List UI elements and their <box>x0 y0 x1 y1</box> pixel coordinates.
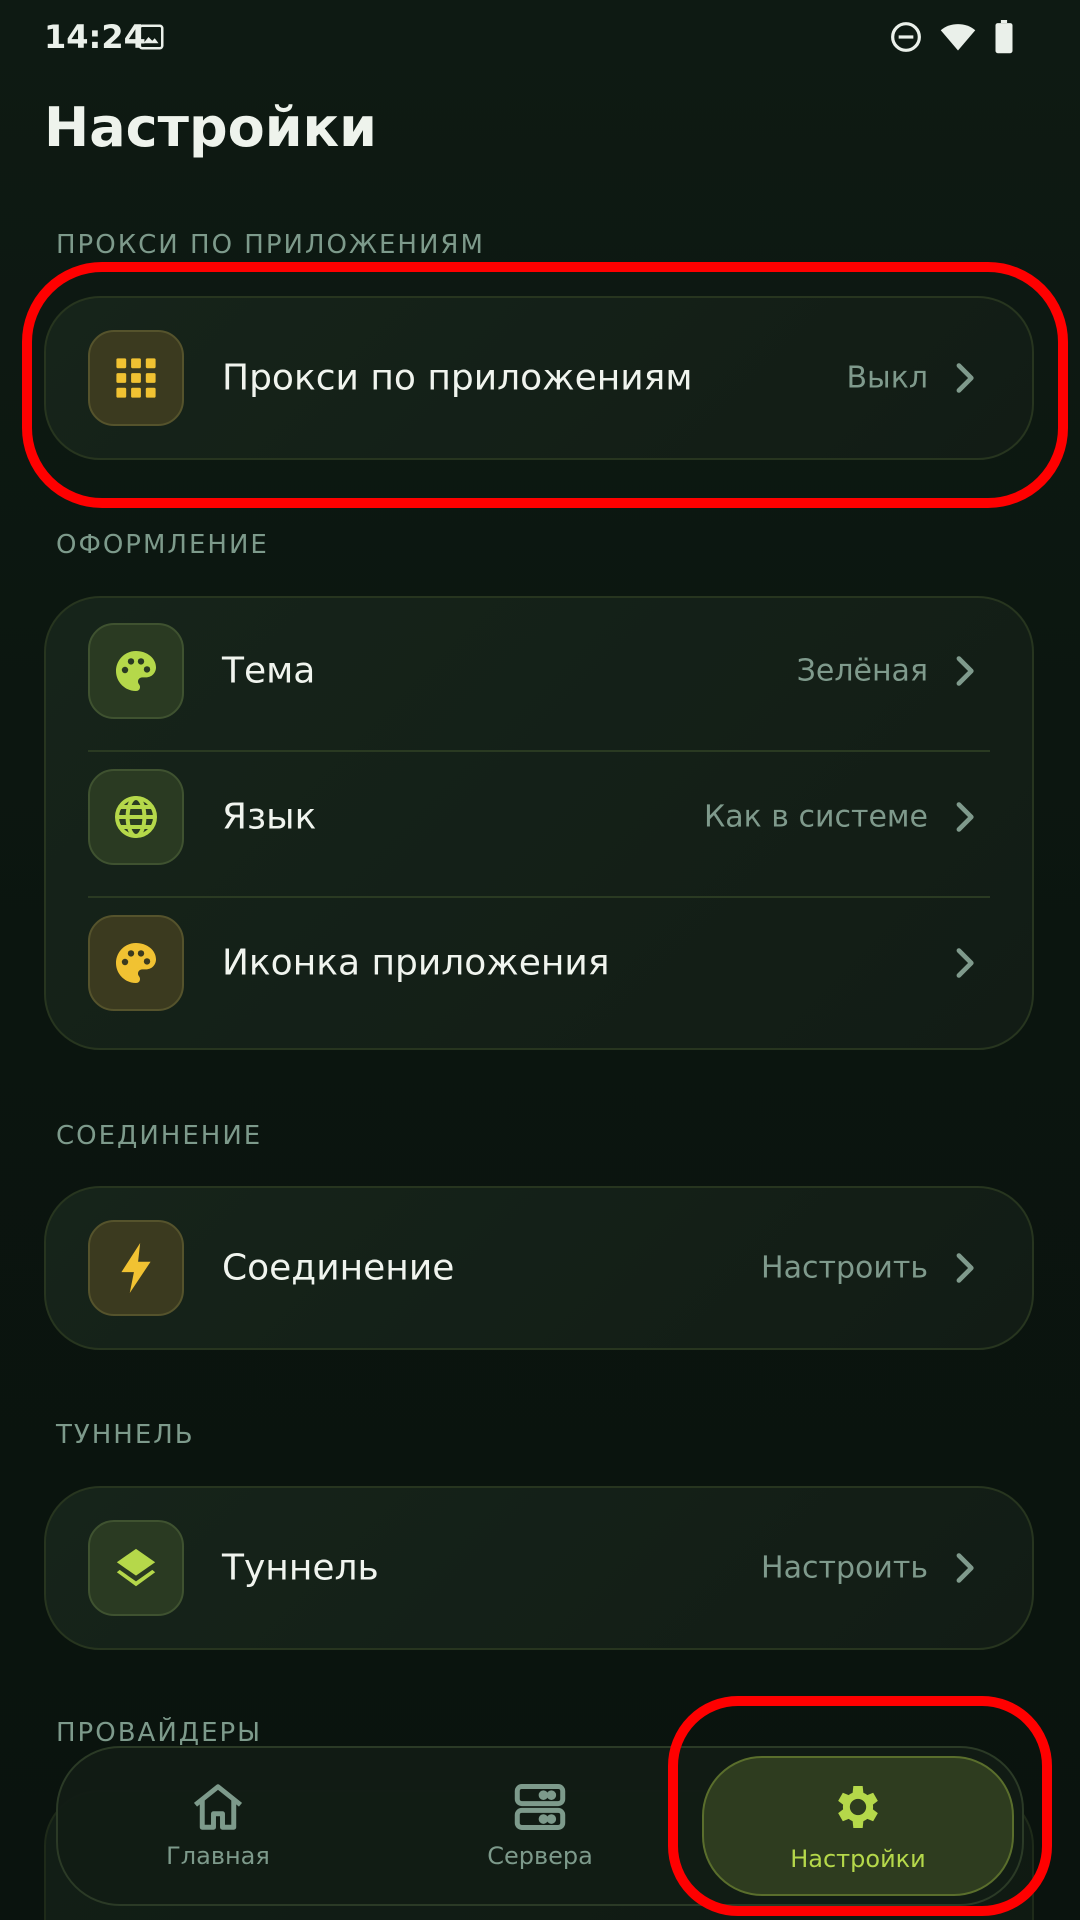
servers-icon <box>514 1784 566 1830</box>
nav-label: Настройки <box>790 1845 926 1873</box>
app-grid-icon <box>88 330 184 426</box>
row-value: Настроить <box>761 1250 928 1286</box>
nav-item-home[interactable]: Главная <box>58 1748 378 1904</box>
section-label-appearance: ОФОРМЛЕНИЕ <box>56 530 269 560</box>
chevron-right-icon <box>956 656 974 686</box>
section-label-connection: СОЕДИНЕНИЕ <box>56 1121 263 1151</box>
nav-item-servers[interactable]: Сервера <box>380 1748 700 1904</box>
row-value: Зелёная <box>796 653 928 689</box>
image-icon <box>138 24 164 50</box>
chevron-right-icon <box>956 1553 974 1583</box>
card-connection: Соединение Настроить <box>44 1186 1034 1350</box>
layers-icon <box>88 1520 184 1616</box>
row-per-app-proxy[interactable]: Прокси по приложениям Выкл <box>46 298 1032 458</box>
dnd-icon <box>891 22 921 52</box>
nav-label: Главная <box>166 1842 270 1870</box>
row-label: Тема <box>222 650 316 692</box>
nav-label: Сервера <box>487 1842 593 1870</box>
globe-icon <box>88 769 184 865</box>
palette-icon <box>88 915 184 1011</box>
section-label-providers: ПРОВАЙДЕРЫ <box>56 1718 263 1748</box>
row-label: Соединение <box>222 1247 455 1289</box>
section-label-tunnel: ТУННЕЛЬ <box>56 1420 195 1450</box>
row-value: Как в системе <box>703 799 928 835</box>
card-appearance: Тема Зелёная Язык Как в системе Иконка п… <box>44 596 1034 1050</box>
page-title: Настройки <box>44 96 378 159</box>
chevron-right-icon <box>956 1253 974 1283</box>
nav-item-settings[interactable]: Настройки <box>702 1756 1014 1896</box>
row-value: Настроить <box>761 1550 928 1586</box>
wifi-icon <box>940 24 976 51</box>
battery-icon <box>995 20 1013 54</box>
row-value: Выкл <box>846 360 928 396</box>
section-label-per-app-proxy: ПРОКСИ ПО ПРИЛОЖЕНИЯМ <box>56 230 485 260</box>
chevron-right-icon <box>956 802 974 832</box>
status-time: 14:24 <box>44 18 146 56</box>
row-tunnel[interactable]: Туннель Настроить <box>46 1488 1032 1648</box>
row-label: Туннель <box>222 1547 379 1589</box>
chevron-right-icon <box>956 363 974 393</box>
bottom-navigation: Главная Сервера Настройки <box>56 1746 1024 1906</box>
row-app-icon[interactable]: Иконка приложения <box>46 890 1032 1036</box>
bolt-icon <box>88 1220 184 1316</box>
row-label: Прокси по приложениям <box>222 357 693 399</box>
row-connection[interactable]: Соединение Настроить <box>46 1188 1032 1348</box>
row-theme[interactable]: Тема Зелёная <box>46 598 1032 744</box>
row-label: Язык <box>222 796 317 838</box>
palette-icon <box>88 623 184 719</box>
status-bar: 14:24 <box>0 0 1080 80</box>
card-tunnel: Туннель Настроить <box>44 1486 1034 1650</box>
home-icon <box>193 1784 243 1830</box>
row-language[interactable]: Язык Как в системе <box>46 744 1032 890</box>
gear-icon <box>838 1786 878 1828</box>
settings-screen: 14:24 Настройки ПРОКСИ ПО ПРИЛОЖЕНИЯМ Пр… <box>0 0 1080 1920</box>
chevron-right-icon <box>956 948 974 978</box>
status-icons <box>890 20 1014 54</box>
row-label: Иконка приложения <box>222 942 610 984</box>
card-per-app-proxy: Прокси по приложениям Выкл <box>44 296 1034 460</box>
